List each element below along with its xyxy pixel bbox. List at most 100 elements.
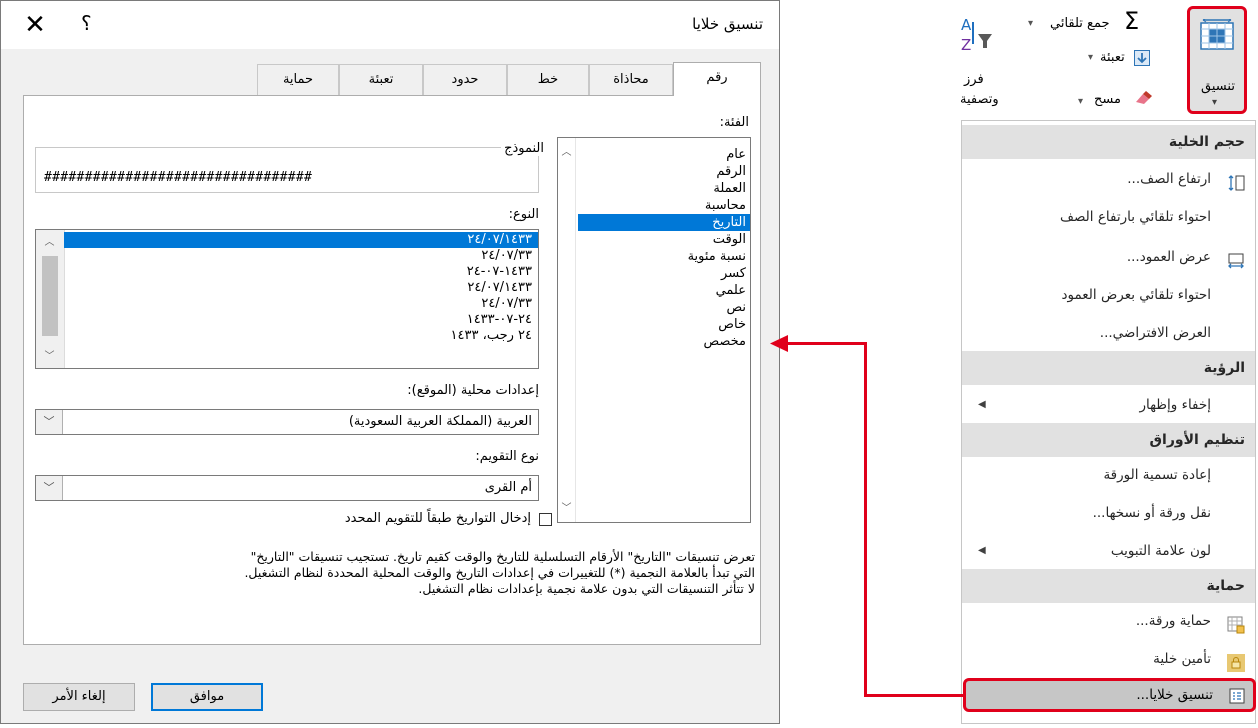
column-width-icon bbox=[1227, 248, 1245, 269]
chevron-down-icon: ▾ bbox=[1212, 97, 1218, 108]
format-button[interactable]: تنسيق ▾ bbox=[1187, 6, 1247, 114]
format-cells-dialog: تنسيق خلايا ✕ ؟ رقم محاذاة خط حدود تعبئة… bbox=[0, 0, 780, 724]
menu-header-visibility: الرؤية bbox=[962, 351, 1255, 385]
calendar-checkbox[interactable] bbox=[539, 513, 552, 526]
type-label: النوع: bbox=[508, 207, 539, 222]
category-item[interactable]: الوقت bbox=[578, 231, 750, 248]
menu-header-organize: تنظيم الأوراق bbox=[962, 423, 1255, 457]
menu-item-column-width[interactable]: عرض العمود... bbox=[962, 239, 1255, 275]
calendar-label: نوع التقويم: bbox=[475, 449, 539, 464]
type-item[interactable]: ٢٤/٠٧/١٤٣٣ bbox=[64, 280, 538, 296]
ok-button[interactable]: موافق bbox=[151, 683, 263, 711]
category-item[interactable]: علمي bbox=[578, 282, 750, 299]
svg-text:A: A bbox=[961, 16, 972, 34]
description-line: التي تبدأ بالعلامة النجمية (*) للتغييرات… bbox=[244, 565, 755, 580]
dialog-title: تنسيق خلايا bbox=[692, 15, 763, 33]
menu-item-tab-color[interactable]: لون علامة التبويب ◀ bbox=[962, 533, 1255, 569]
type-item-selected[interactable]: ٢٤/٠٧/١٤٣٣ bbox=[64, 232, 538, 248]
category-label: الفئة: bbox=[719, 115, 749, 130]
type-item[interactable]: ١٤٣٣-٠٧-٢٤ bbox=[64, 264, 538, 280]
format-label: تنسيق bbox=[1201, 79, 1235, 94]
tab-number[interactable]: رقم bbox=[673, 62, 761, 96]
format-cells-icon bbox=[1229, 688, 1245, 708]
sort-filter-icon[interactable]: A Z bbox=[960, 14, 994, 54]
scroll-down-icon[interactable]: ﹀ bbox=[41, 348, 58, 365]
cancel-button[interactable]: إلغاء الأمر bbox=[23, 683, 135, 711]
submenu-arrow-icon: ◀ bbox=[978, 545, 986, 556]
category-scrollbar[interactable]: ︿ ﹀ bbox=[558, 138, 576, 522]
category-item[interactable]: كسر bbox=[578, 265, 750, 282]
menu-header-cell-size: حجم الخلية bbox=[962, 125, 1255, 159]
eraser-icon[interactable] bbox=[1134, 90, 1152, 110]
chevron-down-icon[interactable]: ﹀ bbox=[36, 476, 63, 500]
category-item[interactable]: عام bbox=[578, 146, 750, 163]
type-item[interactable]: ٢٤/٠٧/٣٣ bbox=[64, 296, 538, 312]
category-item[interactable]: العملة bbox=[578, 180, 750, 197]
sort-filter-label-2: وتصفية bbox=[960, 92, 999, 107]
category-item[interactable]: محاسبة bbox=[578, 197, 750, 214]
menu-item-rename-sheet[interactable]: إعادة تسمية الورقة bbox=[962, 457, 1255, 493]
row-height-icon bbox=[1227, 170, 1245, 191]
category-list[interactable]: ︿ ﹀ عام الرقم العملة محاسبة التاريخ الوق… bbox=[557, 137, 751, 523]
menu-item-autofit-column[interactable]: احتواء تلقائي بعرض العمود bbox=[962, 277, 1255, 313]
help-button[interactable]: ؟ bbox=[81, 11, 92, 35]
chevron-down-icon[interactable]: ﹀ bbox=[36, 410, 63, 434]
category-item[interactable]: خاص bbox=[578, 316, 750, 333]
scroll-up-icon[interactable]: ︿ bbox=[558, 144, 575, 161]
sort-filter-label-1: فرز bbox=[964, 72, 984, 87]
menu-item-default-width[interactable]: العرض الافتراضي... bbox=[962, 315, 1255, 351]
type-list[interactable]: ︿ ﹀ ٢٤/٠٧/١٤٣٣ ٢٤/٠٧/٣٣ ١٤٣٣-٠٧-٢٤ ٢٤/٠٧… bbox=[35, 229, 539, 369]
menu-item-move-copy[interactable]: نقل ورقة أو نسخها... bbox=[962, 495, 1255, 531]
category-item[interactable]: الرقم bbox=[578, 163, 750, 180]
menu-item-label: تأمين خلية bbox=[1153, 651, 1211, 667]
chevron-down-icon[interactable]: ▾ bbox=[1088, 52, 1093, 63]
tab-protection[interactable]: حماية bbox=[257, 64, 339, 96]
category-item[interactable]: مخصص bbox=[578, 333, 750, 350]
tab-border[interactable]: حدود bbox=[423, 64, 507, 96]
scroll-down-icon[interactable]: ﹀ bbox=[558, 500, 575, 517]
sample-label: النموذج bbox=[501, 141, 547, 156]
fill-label[interactable]: تعبئة bbox=[1100, 50, 1125, 65]
description-text: تعرض تنسيقات "التاريخ" الأرقام التسلسلية… bbox=[39, 549, 755, 597]
protect-sheet-icon bbox=[1227, 612, 1245, 634]
category-item[interactable]: نسبة مئوية bbox=[578, 248, 750, 265]
tab-font[interactable]: خط bbox=[507, 64, 589, 96]
type-item[interactable]: ٢٤-٠٧-١٤٣٣ bbox=[64, 312, 538, 328]
sigma-icon[interactable]: Σ bbox=[1124, 8, 1139, 34]
menu-item-protect-sheet[interactable]: حماية ورقة... bbox=[962, 603, 1255, 639]
locale-label: إعدادات محلية (الموقع): bbox=[407, 383, 539, 398]
locale-select[interactable]: ﹀ العربية (المملكة العربية السعودية) bbox=[35, 409, 539, 435]
checkbox-label: إدخال التواريخ طبقاً للتقويم المحدد bbox=[344, 511, 531, 526]
description-line: تعرض تنسيقات "التاريخ" الأرقام التسلسلية… bbox=[250, 549, 755, 564]
category-item[interactable]: نص bbox=[578, 299, 750, 316]
close-icon[interactable]: ✕ bbox=[15, 5, 55, 45]
menu-item-hide-unhide[interactable]: إخفاء وإظهار ◀ bbox=[962, 387, 1255, 423]
type-item[interactable]: ٢٤ رجب، ١٤٣٣ bbox=[64, 328, 538, 344]
menu-item-label: حماية ورقة... bbox=[1135, 613, 1211, 629]
clear-label[interactable]: مسح bbox=[1094, 92, 1121, 107]
menu-item-format-cells[interactable]: تنسيق خلايا... bbox=[963, 678, 1256, 712]
dialog-titlebar: تنسيق خلايا ✕ ؟ bbox=[1, 1, 779, 49]
chevron-down-icon[interactable]: ▾ bbox=[1078, 96, 1083, 107]
sample-value: ################################# bbox=[44, 170, 313, 185]
calendar-value: أم القرى bbox=[484, 480, 532, 495]
menu-item-row-height[interactable]: ارتفاع الصف... bbox=[962, 161, 1255, 197]
menu-item-label: لون علامة التبويب bbox=[1110, 543, 1211, 559]
calendar-select[interactable]: ﹀ أم القرى bbox=[35, 475, 539, 501]
annotation-arrow-horizontal bbox=[866, 694, 964, 697]
fill-down-icon[interactable] bbox=[1134, 50, 1150, 66]
menu-item-label: إخفاء وإظهار bbox=[1139, 397, 1211, 413]
type-item[interactable]: ٢٤/٠٧/٣٣ bbox=[64, 248, 538, 264]
svg-text:Z: Z bbox=[961, 36, 971, 54]
annotation-arrow-top bbox=[784, 342, 866, 345]
category-item-selected[interactable]: التاريخ bbox=[578, 214, 750, 231]
menu-item-lock-cell[interactable]: تأمين خلية bbox=[962, 641, 1255, 677]
tab-fill[interactable]: تعبئة bbox=[339, 64, 423, 96]
menu-item-label: ارتفاع الصف... bbox=[1127, 171, 1211, 187]
lock-icon bbox=[1227, 650, 1245, 672]
menu-item-autofit-row[interactable]: احتواء تلقائي بارتفاع الصف bbox=[962, 199, 1255, 235]
chevron-down-icon[interactable]: ▾ bbox=[1028, 18, 1033, 29]
autosum-label[interactable]: جمع تلقائي bbox=[1050, 16, 1110, 31]
tab-alignment[interactable]: محاذاة bbox=[589, 64, 673, 96]
annotation-arrow-vertical bbox=[864, 342, 867, 697]
